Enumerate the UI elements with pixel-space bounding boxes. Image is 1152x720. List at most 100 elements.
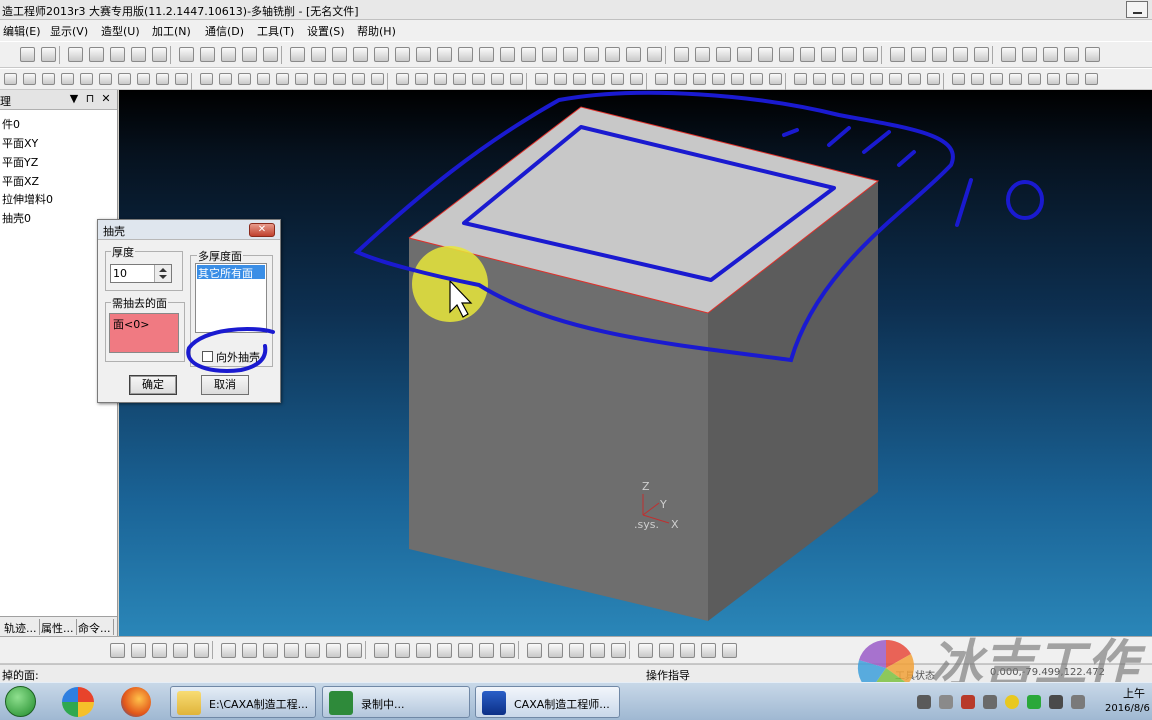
toolbar-tool-icon[interactable] <box>821 47 836 62</box>
toolbar-tool-icon[interactable] <box>156 73 169 85</box>
thickness-spinner[interactable] <box>154 265 171 282</box>
toolbar-tool-icon[interactable] <box>395 47 410 62</box>
panel-menu-icon[interactable]: ▼ <box>68 92 80 106</box>
toolbar-tool-icon[interactable] <box>194 643 209 658</box>
toolbar-tool-icon[interactable] <box>563 47 578 62</box>
menu-help[interactable]: 帮助(H) <box>357 23 396 39</box>
toolbar-tool-icon[interactable] <box>569 643 584 658</box>
toolbar-tool-icon[interactable] <box>693 73 706 85</box>
toolbar-tool-icon[interactable] <box>908 73 921 85</box>
toolbar-tool-icon[interactable] <box>680 643 695 658</box>
toolbar-tool-icon[interactable] <box>510 73 523 85</box>
toolbar-tool-icon[interactable] <box>479 47 494 62</box>
toolbar-tool-icon[interactable] <box>1001 47 1016 62</box>
network-icon[interactable] <box>1071 695 1085 709</box>
toolbar-tool-icon[interactable] <box>263 47 278 62</box>
toolbar-tool-icon[interactable] <box>89 47 104 62</box>
toolbar-tool-icon[interactable] <box>415 73 428 85</box>
toolbar-tool-icon[interactable] <box>396 73 409 85</box>
toolbar-tool-icon[interactable] <box>68 47 83 62</box>
toolbar-tool-icon[interactable] <box>284 643 299 658</box>
toolbar-tool-icon[interactable] <box>434 73 447 85</box>
toolbar-tool-icon[interactable] <box>722 643 737 658</box>
toolbar-tool-icon[interactable] <box>548 643 563 658</box>
toolbar-tool-icon[interactable] <box>674 73 687 85</box>
toolbar-tool-icon[interactable] <box>655 73 668 85</box>
toolbar-tool-icon[interactable] <box>242 47 257 62</box>
toolbar-tool-icon[interactable] <box>701 643 716 658</box>
toolbar-tool-icon[interactable] <box>971 73 984 85</box>
minimize-button[interactable] <box>1126 1 1148 18</box>
toolbar-tool-icon[interactable] <box>638 643 653 658</box>
tray-icon-4[interactable] <box>983 695 997 709</box>
shield-icon[interactable] <box>1027 695 1041 709</box>
menu-machining[interactable]: 加工(N) <box>152 23 191 39</box>
toolbar-tool-icon[interactable] <box>889 73 902 85</box>
cancel-button[interactable]: 取消 <box>201 375 249 395</box>
toolbar-tool-icon[interactable] <box>110 643 125 658</box>
toolbar-tool-icon[interactable] <box>542 47 557 62</box>
toolbar-tool-icon[interactable] <box>794 73 807 85</box>
toolbar-tool-icon[interactable] <box>554 73 567 85</box>
toolbar-tool-icon[interactable] <box>276 73 289 85</box>
toolbar-tool-icon[interactable] <box>118 73 131 85</box>
menu-view[interactable]: 显示(V) <box>50 23 88 39</box>
toolbar-tool-icon[interactable] <box>674 47 689 62</box>
toolbar-tool-icon[interactable] <box>42 73 55 85</box>
toolbar-tool-icon[interactable] <box>737 47 752 62</box>
toolbar-tool-icon[interactable] <box>479 643 494 658</box>
toolbar-tool-icon[interactable] <box>257 73 270 85</box>
dialog-close-icon[interactable]: ✕ <box>249 223 275 237</box>
tree-item-extrude[interactable]: 拉伸增料0 <box>2 191 53 207</box>
toolbar-tool-icon[interactable] <box>851 73 864 85</box>
toolbar-tool-icon[interactable] <box>347 643 362 658</box>
toolbar-tool-icon[interactable] <box>221 643 236 658</box>
toolbar-tool-icon[interactable] <box>863 47 878 62</box>
toolbar-tool-icon[interactable] <box>395 643 410 658</box>
toolbar-tool-icon[interactable] <box>626 47 641 62</box>
tree-item-part[interactable]: 件0 <box>2 116 20 132</box>
toolbar-tool-icon[interactable] <box>326 643 341 658</box>
toolbar-tool-icon[interactable] <box>527 643 542 658</box>
browser-icon[interactable] <box>62 687 94 717</box>
toolbar-tool-icon[interactable] <box>152 643 167 658</box>
toolbar-tool-icon[interactable] <box>630 73 643 85</box>
toolbar-tool-icon[interactable] <box>131 643 146 658</box>
tray-time[interactable]: 上午 <box>1123 685 1145 701</box>
toolbar-tool-icon[interactable] <box>842 47 857 62</box>
start-button-icon[interactable] <box>5 686 36 717</box>
taskbar-app-caxa[interactable]: CAXA制造工程师... <box>475 686 620 718</box>
toolbar-tool-icon[interactable] <box>584 47 599 62</box>
toolbar-tool-icon[interactable] <box>20 47 35 62</box>
toolbar-tool-icon[interactable] <box>590 643 605 658</box>
toolbar-tool-icon[interactable] <box>152 47 167 62</box>
toolbar-tool-icon[interactable] <box>750 73 763 85</box>
toolbar-tool-icon[interactable] <box>4 73 17 85</box>
taskbar-app-explorer[interactable]: E:\CAXA制造工程... <box>170 686 316 718</box>
spin-up-icon[interactable] <box>159 268 167 272</box>
toolbar-tool-icon[interactable] <box>238 73 251 85</box>
tab-toolpath[interactable]: 轨迹... <box>2 619 40 635</box>
toolbar-tool-icon[interactable] <box>458 47 473 62</box>
toolbar-tool-icon[interactable] <box>416 47 431 62</box>
toolbar-tool-icon[interactable] <box>813 73 826 85</box>
toolbar-tool-icon[interactable] <box>311 47 326 62</box>
toolbar-tool-icon[interactable] <box>352 73 365 85</box>
toolbar-tool-icon[interactable] <box>953 47 968 62</box>
menu-settings[interactable]: 设置(S) <box>307 23 345 39</box>
toolbar-tool-icon[interactable] <box>173 643 188 658</box>
toolbar-tool-icon[interactable] <box>521 47 536 62</box>
toolbar-tool-icon[interactable] <box>1085 73 1098 85</box>
toolbar-tool-icon[interactable] <box>371 73 384 85</box>
panel-pin-icon[interactable]: ⊓ <box>84 92 96 106</box>
panel-close-icon[interactable]: ✕ <box>100 92 112 106</box>
remove-face-item[interactable]: 面<0> <box>113 316 149 332</box>
toolbar-tool-icon[interactable] <box>61 73 74 85</box>
toolbar-tool-icon[interactable] <box>1043 47 1058 62</box>
toolbar-tool-icon[interactable] <box>23 73 36 85</box>
tray-icon-5[interactable] <box>1005 695 1019 709</box>
remove-face-list[interactable]: 面<0> <box>109 313 179 353</box>
toolbar-tool-icon[interactable] <box>647 47 662 62</box>
toolbar-tool-icon[interactable] <box>374 643 389 658</box>
toolbar-tool-icon[interactable] <box>974 47 989 62</box>
